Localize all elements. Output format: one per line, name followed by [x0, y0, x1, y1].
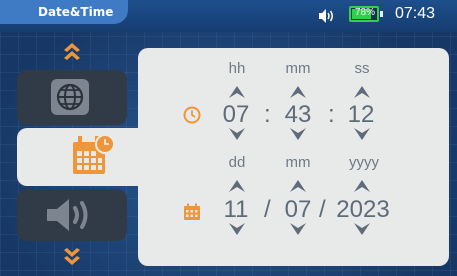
year-down-arrow[interactable] [354, 223, 370, 235]
month-value[interactable]: 07 [276, 196, 320, 224]
calendar-icon [184, 203, 200, 220]
minute-down-arrow[interactable] [290, 128, 306, 140]
sidebar-item-sound[interactable] [17, 189, 127, 241]
minute-label: mm [285, 60, 311, 77]
day-up-arrow[interactable] [229, 180, 245, 192]
day-value[interactable]: 11 [214, 196, 258, 224]
battery-nub [380, 11, 383, 17]
hour-label: hh [228, 60, 246, 77]
second-down-arrow[interactable] [354, 128, 370, 140]
hour-down-arrow[interactable] [229, 128, 245, 140]
month-label: mm [285, 154, 311, 171]
month-down-arrow[interactable] [290, 223, 306, 235]
speaker-volume-icon[interactable] [318, 8, 336, 24]
scroll-down-icon[interactable] [59, 246, 85, 272]
day-down-arrow[interactable] [229, 223, 245, 235]
datetime-panel: hh mm ss 07 : 43 : 12 dd mm yyyy 11 / 07… [138, 48, 449, 266]
screen: Date&Time 78% 07:43 hh mm ss 07: 43: 1… [0, 0, 457, 276]
title-bar: Date&Time 78% 07:43 [0, 0, 457, 32]
globe-icon [51, 79, 89, 115]
second-label: ss [354, 60, 370, 77]
time-separator-1: : [264, 101, 271, 128]
month-up-arrow[interactable] [290, 180, 306, 192]
day-label: dd [228, 154, 246, 171]
page-title: Date&Time [38, 5, 114, 19]
minute-up-arrow[interactable] [290, 86, 306, 98]
second-value[interactable]: 12 [339, 101, 383, 129]
minute-value[interactable]: 43 [276, 101, 320, 129]
status-clock: 07:43 [395, 5, 436, 22]
hour-value[interactable]: 07 [214, 101, 258, 129]
hour-up-arrow[interactable] [229, 86, 245, 98]
year-value[interactable]: 2023 [331, 196, 395, 224]
calendar-clock-icon [73, 134, 115, 174]
battery-percent: 78% [354, 7, 375, 18]
speaker-icon [47, 199, 88, 231]
date-separator-1: / [264, 196, 271, 223]
year-label: yyyy [349, 154, 379, 171]
scroll-up-icon[interactable] [59, 38, 85, 64]
sidebar-item-globe[interactable] [17, 70, 127, 125]
year-up-arrow[interactable] [354, 180, 370, 192]
second-up-arrow[interactable] [354, 86, 370, 98]
sidebar-item-calendar[interactable] [17, 128, 142, 186]
date-separator-2: / [319, 196, 326, 223]
clock-icon [183, 106, 201, 124]
time-separator-2: : [328, 101, 335, 128]
